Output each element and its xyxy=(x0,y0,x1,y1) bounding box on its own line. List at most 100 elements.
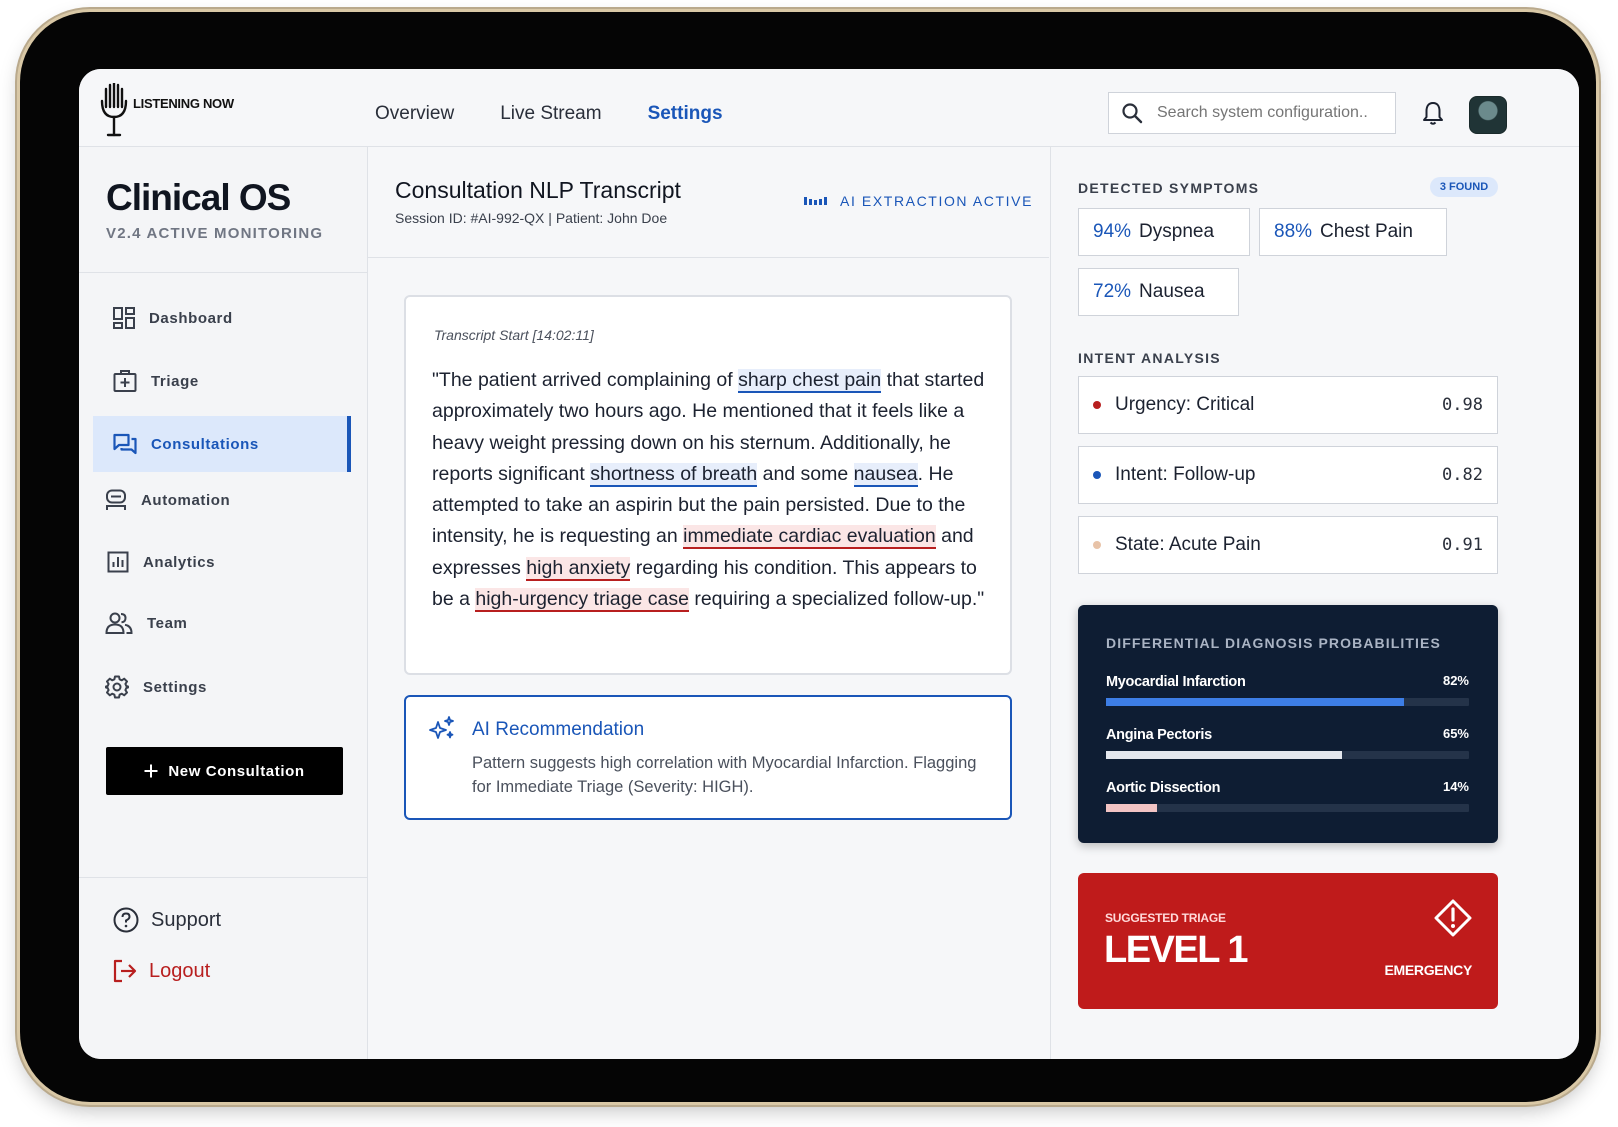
intent-row[interactable]: Intent: Follow-up 0.82 xyxy=(1078,446,1498,504)
entity-intent[interactable]: immediate cardiac evaluation xyxy=(683,525,936,550)
support-label: Support xyxy=(151,908,222,931)
probability-track xyxy=(1106,751,1469,759)
triage-severity: EMERGENCY xyxy=(1384,962,1472,978)
robot-icon xyxy=(106,489,126,510)
sidebar-item-label: Triage xyxy=(151,372,199,390)
intent-label-text: Urgency: Critical xyxy=(1115,394,1255,415)
sidebar-item-settings[interactable]: Settings xyxy=(93,659,351,715)
nav-live-stream[interactable]: Live Stream xyxy=(500,103,601,125)
transcript-header: Consultation NLP Transcript Session ID: … xyxy=(368,147,1049,258)
diagnosis-name: Angina Pectoris xyxy=(1106,727,1212,743)
probability-fill xyxy=(1106,698,1404,706)
diagnosis-name: Myocardial Infarction xyxy=(1106,674,1246,690)
transcript-segment: "The patient arrived complaining of xyxy=(432,369,739,391)
entity-symptom[interactable]: sharp chest pain xyxy=(738,369,882,393)
sidebar-item-consultations[interactable]: Consultations xyxy=(93,416,351,472)
sidebar-item-automation[interactable]: Automation xyxy=(93,472,351,528)
status-dot xyxy=(1093,471,1101,479)
intent-label-text: Intent: Follow-up xyxy=(1115,464,1256,485)
analysis-panel: DETECTED SYMPTOMS 3 FOUND 94% Dyspnea 88… xyxy=(1050,147,1579,1059)
logout-icon xyxy=(113,959,137,983)
sidebar-item-label: Analytics xyxy=(143,553,216,571)
diagnosis-probability: 14% xyxy=(1442,779,1469,794)
differential-diagnosis-card: DIFFERENTIAL DIAGNOSIS PROBABILITIES Myo… xyxy=(1078,605,1498,843)
brand-title: Clinical OS xyxy=(106,177,291,218)
screen: LISTENING NOW Overview Live Stream Setti… xyxy=(79,69,1579,1059)
intent-label: INTENT ANALYSIS xyxy=(1078,350,1221,366)
ai-extraction-status: AI EXTRACTION ACTIVE xyxy=(804,193,1033,209)
sidebar-item-triage[interactable]: Triage xyxy=(93,353,351,409)
people-icon xyxy=(105,612,133,634)
logo[interactable]: LISTENING NOW xyxy=(97,83,234,139)
top-bar: LISTENING NOW Overview Live Stream Setti… xyxy=(79,69,1579,147)
top-nav: Overview Live Stream Settings xyxy=(375,103,723,125)
logout-link[interactable]: Logout xyxy=(113,959,210,983)
intent-score: 0.91 xyxy=(1442,535,1483,555)
probability-track xyxy=(1106,698,1469,706)
symptom-confidence: 72% xyxy=(1093,281,1132,302)
symptoms-label: DETECTED SYMPTOMS xyxy=(1078,180,1260,196)
sidebar-item-label: Consultations xyxy=(151,435,259,453)
transcript-text: "The patient arrived complaining of shar… xyxy=(432,365,992,615)
diagnosis-row: Angina Pectoris 65% xyxy=(1106,726,1469,759)
bar-chart-icon xyxy=(107,551,129,573)
recommendation-text: Pattern suggests high correlation with M… xyxy=(472,754,977,796)
new-consultation-label: New Consultation xyxy=(168,762,305,780)
chat-icon xyxy=(113,433,137,455)
symptom-chip[interactable]: 88% Chest Pain xyxy=(1259,208,1447,256)
sidebar-item-analytics[interactable]: Analytics xyxy=(93,534,351,590)
warning-diamond-icon xyxy=(1434,899,1472,937)
symptom-name: Chest Pain xyxy=(1320,221,1413,242)
entity-intent[interactable]: high-urgency triage case xyxy=(475,588,689,613)
intent-score: 0.82 xyxy=(1442,465,1483,485)
new-consultation-button[interactable]: New Consultation xyxy=(106,747,343,795)
ai-status-label: AI EXTRACTION ACTIVE xyxy=(840,193,1034,209)
sidebar-item-label: Automation xyxy=(141,491,231,509)
transcript-segment: and some xyxy=(757,462,854,485)
transcript-card: Transcript Start [14:02:11] "The patient… xyxy=(404,295,1012,675)
intent-label-text: State: Acute Pain xyxy=(1115,534,1261,555)
nav-overview[interactable]: Overview xyxy=(375,103,454,125)
entity-intent[interactable]: high anxiety xyxy=(526,556,631,581)
probability-fill xyxy=(1106,751,1342,759)
symptom-chip[interactable]: 72% Nausea xyxy=(1078,268,1239,316)
status-dot xyxy=(1093,541,1101,549)
symptom-name: Dyspnea xyxy=(1139,221,1215,242)
symptom-confidence: 94% xyxy=(1093,221,1132,242)
grid-icon xyxy=(113,307,135,329)
triage-label: SUGGESTED TRIAGE xyxy=(1105,911,1226,925)
avatar[interactable] xyxy=(1469,96,1507,134)
diagnosis-row: Myocardial Infarction 82% xyxy=(1106,673,1469,706)
suggested-triage-card[interactable]: SUGGESTED TRIAGE LEVEL 1 EMERGENCY xyxy=(1078,873,1498,1009)
intent-score: 0.98 xyxy=(1442,395,1483,415)
found-count-badge: 3 FOUND xyxy=(1430,177,1498,197)
probability-fill xyxy=(1106,804,1157,812)
tablet-frame: LISTENING NOW Overview Live Stream Setti… xyxy=(20,12,1596,1102)
diagnosis-row: Aortic Dissection 14% xyxy=(1106,779,1469,812)
entity-symptom[interactable]: shortness of breath xyxy=(590,462,758,487)
transcript-segment: requiring a specialized follow-up." xyxy=(688,588,985,611)
sidebar: Clinical OS V2.4 ACTIVE MONITORING Dashb… xyxy=(79,147,368,1059)
search-input[interactable] xyxy=(1155,103,1379,123)
logo-text: LISTENING NOW xyxy=(133,95,234,111)
symptom-chip[interactable]: 94% Dyspnea xyxy=(1078,208,1250,256)
entity-symptom[interactable]: nausea xyxy=(853,462,918,487)
symptom-confidence: 88% xyxy=(1274,221,1313,242)
intent-row[interactable]: Urgency: Critical 0.98 xyxy=(1078,376,1498,434)
sidebar-item-team[interactable]: Team xyxy=(93,595,351,651)
nav-settings[interactable]: Settings xyxy=(648,103,723,125)
brand-subtitle: V2.4 ACTIVE MONITORING xyxy=(106,225,324,242)
microphone-logo-icon xyxy=(100,83,128,137)
medical-case-icon xyxy=(113,370,137,392)
search-box[interactable] xyxy=(1108,92,1396,134)
transcript-panel: Consultation NLP Transcript Session ID: … xyxy=(368,147,1049,1059)
support-link[interactable]: Support xyxy=(113,907,221,933)
sidebar-item-label: Settings xyxy=(143,678,207,696)
diagnosis-probability: 82% xyxy=(1442,673,1469,688)
sidebar-item-dashboard[interactable]: Dashboard xyxy=(93,290,351,346)
bell-icon[interactable] xyxy=(1422,100,1444,126)
intent-row[interactable]: State: Acute Pain 0.91 xyxy=(1078,516,1498,574)
probability-track xyxy=(1106,804,1469,812)
symptom-name: Nausea xyxy=(1139,281,1205,302)
diagnosis-name: Aortic Dissection xyxy=(1106,780,1221,796)
